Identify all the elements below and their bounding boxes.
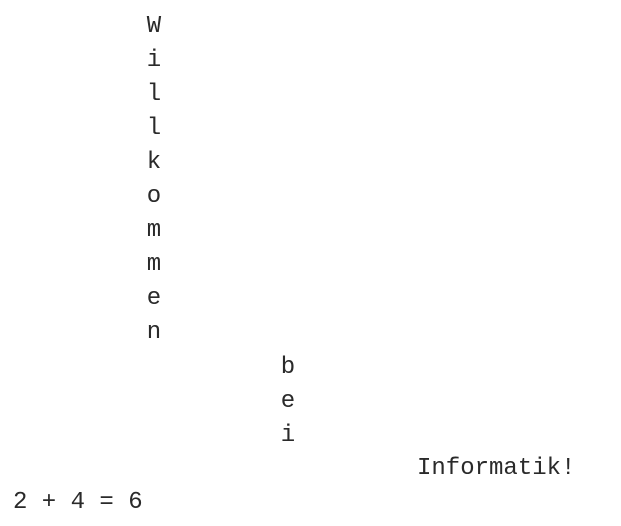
letter: o (146, 183, 162, 210)
letter: b (280, 354, 296, 381)
letter: k (146, 149, 162, 176)
letter: i (280, 422, 296, 449)
word-informatik: Informatik! (417, 455, 576, 482)
letter: m (146, 217, 162, 244)
letter: e (280, 388, 296, 415)
vertical-word-willkommen: W i l l k o m m e n (142, 10, 166, 350)
vertical-word-bei: b e i (276, 351, 300, 453)
letter: l (146, 115, 162, 142)
letter: m (146, 251, 162, 278)
letter: l (146, 81, 162, 108)
letter: e (146, 285, 162, 312)
letter: n (146, 319, 162, 346)
letter: i (146, 47, 162, 74)
equation-text: 2 + 4 = 6 (13, 489, 143, 516)
console-output: { "output": { "word1_letters": ["W", "i"… (0, 0, 621, 526)
letter: W (146, 13, 162, 40)
